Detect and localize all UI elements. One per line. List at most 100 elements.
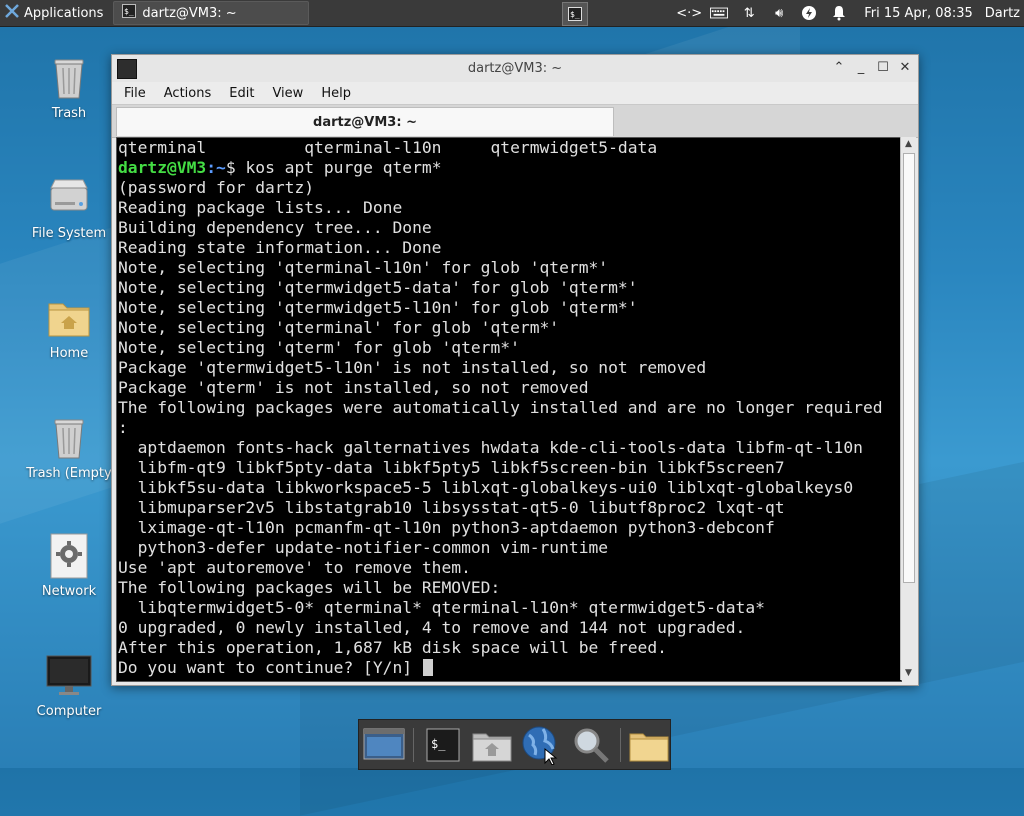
terminal-line: Package 'qterm' is not installed, so not…: [118, 378, 589, 397]
terminal-line: libmuparser2v5 libstatgrab10 libsysstat-…: [118, 498, 785, 517]
maximize-button[interactable]: ☐: [876, 59, 890, 75]
desktop-icon-label: Trash: [51, 106, 87, 121]
desktop-icon-computer[interactable]: Computer: [14, 652, 124, 719]
desktop-icon-home[interactable]: Home: [14, 294, 124, 361]
power-icon[interactable]: [800, 4, 818, 22]
terminal-line: Note, selecting 'qtermwidget5-data' for …: [118, 278, 638, 297]
window-titlebar[interactable]: dartz@VM3: ~ ⌃ _ ☐ ✕: [112, 55, 918, 82]
terminal-line: aptdaemon fonts-hack galternatives hwdat…: [118, 438, 863, 457]
transfer-icon[interactable]: ⇅: [740, 4, 758, 22]
bottom-dock: $_: [358, 719, 671, 770]
desktop-icon-network[interactable]: Network: [14, 532, 124, 599]
user-menu[interactable]: Dartz: [985, 6, 1020, 21]
search-icon[interactable]: [570, 723, 611, 767]
shade-button[interactable]: ⌃: [832, 59, 846, 75]
terminal-prompt-line: dartz@VM3:~$ kos apt purge qterm*: [118, 158, 901, 178]
window-title: dartz@VM3: ~: [467, 61, 563, 76]
terminal-line: The following packages will be REMOVED:: [118, 578, 501, 597]
terminal-line: :: [118, 418, 128, 437]
terminal-line: Note, selecting 'qterm' for glob 'qterm*…: [118, 338, 520, 357]
terminal-line: Building dependency tree... Done: [118, 218, 432, 237]
menu-help[interactable]: Help: [313, 84, 359, 103]
terminal-launcher-icon[interactable]: $_: [562, 2, 588, 26]
menubar: File Actions Edit View Help: [112, 82, 918, 104]
terminal-line: lximage-qt-l10n pcmanfm-qt-l10n python3-…: [118, 518, 775, 537]
desktop-icon-label: Network: [41, 584, 97, 599]
terminal-line: Note, selecting 'qterminal-l10n' for glo…: [118, 258, 609, 277]
terminal-line: python3-defer update-notifier-common vim…: [118, 538, 609, 557]
terminal-line: Package 'qtermwidget5-l10n' is not insta…: [118, 358, 707, 377]
web-browser-icon[interactable]: [521, 723, 562, 767]
system-tray: <·> ⇅ 🔊︎ Fri 15 Apr, 08:35 Dartz: [676, 0, 1024, 26]
terminal-line: (password for dartz): [118, 178, 315, 197]
svg-text:$_: $_: [431, 737, 446, 751]
terminal-line: libkf5su-data libkworkspace5-5 liblxqt-g…: [118, 478, 854, 497]
clock[interactable]: Fri 15 Apr, 08:35: [864, 6, 973, 21]
show-desktop-icon[interactable]: [363, 723, 405, 767]
menu-edit[interactable]: Edit: [221, 84, 262, 103]
window-controls: ⌃ _ ☐ ✕: [832, 59, 912, 75]
desktop-icon-trash-empty[interactable]: Trash (Empty: [14, 414, 124, 481]
terminal-line: qterminal qterminal-l10n qtermwidget5-da…: [118, 138, 658, 157]
tab-bar: dartz@VM3: ~: [112, 104, 918, 138]
terminal-line: 0 upgraded, 0 newly installed, 4 to remo…: [118, 618, 746, 637]
desktop-icon-file-system[interactable]: File System: [14, 174, 124, 241]
keyboard-icon[interactable]: [710, 4, 729, 22]
confirm-prompt: Do you want to continue? [Y/n]: [118, 658, 422, 677]
applications-menu-button[interactable]: Applications: [0, 0, 109, 26]
terminal-line: Reading package lists... Done: [118, 198, 403, 217]
tab-terminal[interactable]: dartz@VM3: ~: [116, 107, 614, 136]
svg-text:$_: $_: [124, 7, 134, 16]
desktop-icon-label: Computer: [36, 704, 102, 719]
minimize-button[interactable]: _: [854, 59, 868, 75]
terminal-line: After this operation, 1,687 kB disk spac…: [118, 638, 667, 657]
top-panel: Applications $_ dartz@VM3: ~ $_ <·> ⇅ 🔊︎…: [0, 0, 1024, 27]
terminal-line: libqtermwidget5-0* qterminal* qterminal-…: [118, 598, 765, 617]
terminal-line: Use 'apt autoremove' to remove them.: [118, 558, 471, 577]
trash-icon: [45, 414, 93, 462]
scroll-down-arrow-icon[interactable]: ▼: [901, 666, 916, 680]
prompt-path: :~: [206, 158, 226, 177]
applications-label: Applications: [24, 5, 104, 21]
terminal-input-line[interactable]: Do you want to continue? [Y/n]: [118, 658, 901, 678]
folder-icon[interactable]: [629, 723, 670, 767]
monitor-icon: [45, 652, 93, 700]
svg-text:$_: $_: [570, 10, 580, 19]
command-text: kos apt purge qterm*: [235, 158, 442, 177]
scroll-up-arrow-icon[interactable]: ▲: [901, 137, 916, 151]
desktop-icon-label: Trash (Empty: [26, 466, 112, 481]
terminal-output[interactable]: qterminal qterminal-l10n qtermwidget5-da…: [116, 137, 902, 682]
taskbar-window-button[interactable]: $_ dartz@VM3: ~: [113, 1, 310, 25]
scrollbar-thumb[interactable]: [903, 153, 915, 583]
desktop-icon-label: Home: [49, 346, 89, 361]
home-folder-icon: [45, 294, 93, 342]
terminal-icon: $_: [122, 4, 137, 22]
drive-icon: [45, 174, 93, 222]
dock-separator: [413, 727, 414, 762]
network-settings-icon: [45, 532, 93, 580]
dock-separator: [619, 727, 621, 762]
network-icon[interactable]: <·>: [676, 4, 702, 22]
xfce-logo-icon: [4, 3, 20, 23]
terminal-line: The following packages were automaticall…: [118, 398, 883, 417]
text-cursor: [422, 659, 433, 676]
terminal-scrollbar[interactable]: ▲ ▼: [900, 137, 916, 680]
menu-actions[interactable]: Actions: [156, 84, 220, 103]
terminal-icon[interactable]: $_: [422, 723, 463, 767]
terminal-line: Reading state information... Done: [118, 238, 442, 257]
volume-icon[interactable]: 🔊︎: [770, 4, 788, 22]
desktop-icon-label: File System: [31, 226, 107, 241]
desktop-icon-trash[interactable]: Trash: [14, 54, 124, 121]
notifications-icon[interactable]: [830, 4, 848, 22]
prompt-user: dartz@VM3: [118, 158, 207, 177]
terminal-window: dartz@VM3: ~ ⌃ _ ☐ ✕ File Actions Edit V…: [111, 54, 919, 686]
menu-file[interactable]: File: [116, 84, 154, 103]
prompt-symbol: $: [225, 158, 236, 177]
close-button[interactable]: ✕: [898, 59, 912, 75]
trash-icon: [45, 54, 93, 102]
taskbar-window-label: dartz@VM3: ~: [142, 5, 237, 21]
menu-view[interactable]: View: [264, 84, 311, 103]
home-folder-icon[interactable]: [471, 723, 512, 767]
terminal-line: Note, selecting 'qtermwidget5-l10n' for …: [118, 298, 638, 317]
terminal-line: libfm-qt9 libkf5pty-data libkf5pty5 libk…: [118, 458, 785, 477]
